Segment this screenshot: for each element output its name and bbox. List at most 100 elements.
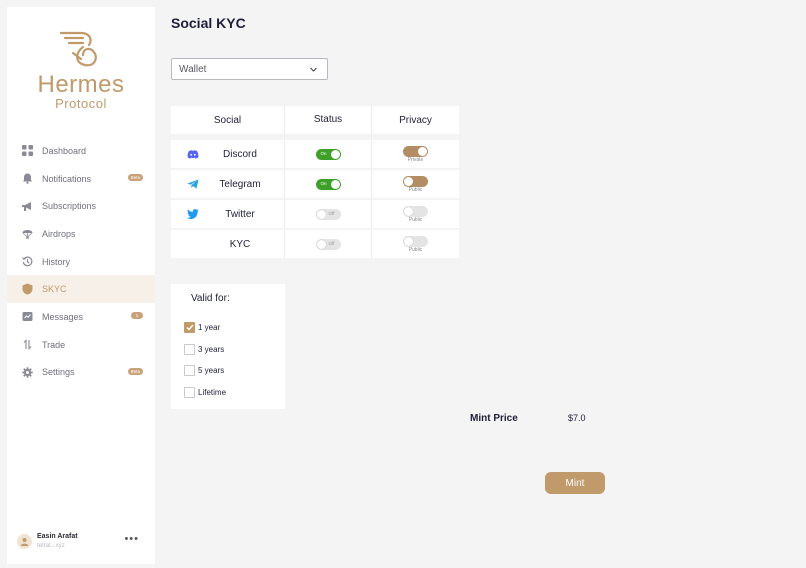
- avatar: [17, 534, 32, 549]
- checkbox[interactable]: [184, 343, 195, 355]
- messages-icon: [21, 311, 33, 323]
- social-table-header: Social Status Privacy: [171, 106, 459, 134]
- option-label: 1 year: [198, 322, 221, 332]
- sidebar-item-subscriptions[interactable]: Subscriptions: [7, 192, 155, 220]
- column-header-label: Social: [213, 114, 242, 126]
- option-label: 3 years: [198, 344, 225, 354]
- history-icon: [21, 256, 33, 268]
- social-cell: Telegram: [171, 170, 285, 198]
- check-icon: [186, 324, 194, 331]
- privacy-cell: Public: [372, 230, 459, 258]
- brand-subtitle: Protocol: [55, 96, 107, 111]
- trade-icon: [21, 339, 33, 351]
- table-row: KYC Off Public: [171, 230, 459, 258]
- sidebar-item-skyc[interactable]: SKYC: [7, 275, 155, 304]
- social-name: KYC: [229, 238, 251, 250]
- sidebar-item-notifications[interactable]: Notifications Beta: [7, 165, 155, 193]
- sidebar-item-label: SKYC: [42, 284, 67, 295]
- mint-button[interactable]: Mint: [545, 472, 605, 494]
- checkbox-checked[interactable]: [184, 321, 195, 333]
- status-toggle[interactable]: Off: [315, 208, 341, 220]
- shield-icon: [21, 283, 33, 295]
- social-name: Twitter: [225, 208, 255, 220]
- toggle-state-label: Off: [328, 241, 335, 246]
- social-cell: KYC: [171, 230, 285, 258]
- column-header-label: Status: [313, 114, 343, 125]
- privacy-cell: Private: [372, 140, 459, 168]
- column-header-privacy: Privacy: [372, 106, 459, 134]
- privacy-toggle[interactable]: [403, 175, 428, 187]
- validity-panel: Valid for: 1 year 3 years 5 years Lifeti…: [171, 284, 285, 409]
- gear-icon: [21, 366, 33, 378]
- parachute-icon: [21, 228, 33, 240]
- sidebar-item-label: Subscriptions: [42, 201, 97, 212]
- privacy-toggle[interactable]: [403, 235, 428, 247]
- validity-option-lifetime[interactable]: Lifetime: [184, 386, 226, 398]
- chevron-down-icon: [310, 67, 317, 72]
- sidebar-item-dashboard[interactable]: Dashboard: [7, 137, 155, 165]
- table-row: Discord On Private: [171, 140, 459, 168]
- sidebar: Hermes Protocol Dashboard Notifications …: [7, 7, 155, 564]
- sidebar-item-airdrops[interactable]: Airdrops: [7, 220, 155, 248]
- sidebar-nav: Dashboard Notifications Beta Subscriptio…: [7, 137, 155, 386]
- privacy-label: Public: [408, 246, 423, 253]
- table-row: Telegram On Public: [171, 170, 459, 198]
- checkbox[interactable]: [184, 386, 195, 398]
- brand-logo[interactable]: Hermes Protocol: [7, 29, 155, 111]
- option-label: Lifetime: [198, 387, 227, 397]
- social-cell: Twitter: [171, 200, 285, 228]
- privacy-cell: Public: [372, 170, 459, 198]
- validity-title: Valid for:: [191, 293, 230, 304]
- brand-name: Hermes: [37, 71, 125, 98]
- more-options-icon[interactable]: •••: [124, 533, 139, 545]
- sidebar-item-label: Dashboard: [42, 145, 87, 156]
- column-header-status: Status: [285, 106, 372, 134]
- beta-badge: Beta: [127, 173, 143, 181]
- validity-option-3-years[interactable]: 3 years: [184, 343, 224, 355]
- user-icon: [20, 538, 29, 546]
- social-cell: Discord: [171, 140, 285, 168]
- status-toggle[interactable]: Off: [315, 238, 341, 250]
- mint-price-value: $7.0: [568, 413, 586, 423]
- beta-badge: Beta: [127, 367, 143, 375]
- hermes-logo-icon: [59, 31, 97, 67]
- wallet-select[interactable]: Wallet: [171, 58, 328, 80]
- messages-count-badge: 1: [131, 312, 143, 320]
- status-toggle[interactable]: On: [315, 178, 341, 190]
- sidebar-item-settings[interactable]: Settings Beta: [7, 359, 155, 387]
- sidebar-item-messages[interactable]: Messages 1: [7, 303, 155, 331]
- privacy-label: Public: [408, 216, 423, 223]
- privacy-label: Private: [407, 156, 424, 163]
- toggle-state-label: On: [320, 151, 327, 156]
- status-cell: On: [285, 170, 372, 198]
- validity-option-5-years[interactable]: 5 years: [184, 364, 224, 376]
- column-header-social: Social: [171, 106, 285, 134]
- user-profile[interactable]: Easin Arafat tetrat...xyz •••: [7, 530, 155, 556]
- sidebar-item-label: Airdrops: [42, 228, 76, 239]
- status-cell: Off: [285, 200, 372, 228]
- page-title: Social KYC: [171, 15, 246, 31]
- privacy-toggle[interactable]: [403, 205, 428, 217]
- privacy-cell: Public: [372, 200, 459, 228]
- user-name: Easin Arafat: [37, 533, 78, 540]
- sidebar-item-history[interactable]: History: [7, 248, 155, 276]
- social-name: Discord: [223, 148, 257, 160]
- sidebar-item-label: Trade: [42, 339, 66, 350]
- sidebar-item-label: Notifications: [42, 173, 92, 184]
- option-label: 5 years: [198, 365, 225, 375]
- privacy-label: Public: [408, 186, 423, 193]
- sidebar-item-label: Messages: [42, 311, 84, 322]
- grid-icon: [21, 145, 33, 157]
- mint-price-label: Mint Price: [470, 413, 518, 424]
- sidebar-item-label: History: [42, 256, 71, 267]
- checkbox[interactable]: [184, 364, 195, 376]
- sidebar-item-label: Settings: [42, 367, 75, 378]
- table-row: Twitter Off Public: [171, 200, 459, 228]
- status-cell: Off: [285, 230, 372, 258]
- validity-option-1-year[interactable]: 1 year: [184, 321, 220, 333]
- privacy-toggle[interactable]: [403, 145, 428, 157]
- sidebar-item-trade[interactable]: Trade: [7, 331, 155, 359]
- user-address: tetrat...xyz: [37, 543, 65, 549]
- status-cell: On: [285, 140, 372, 168]
- status-toggle[interactable]: On: [315, 148, 341, 160]
